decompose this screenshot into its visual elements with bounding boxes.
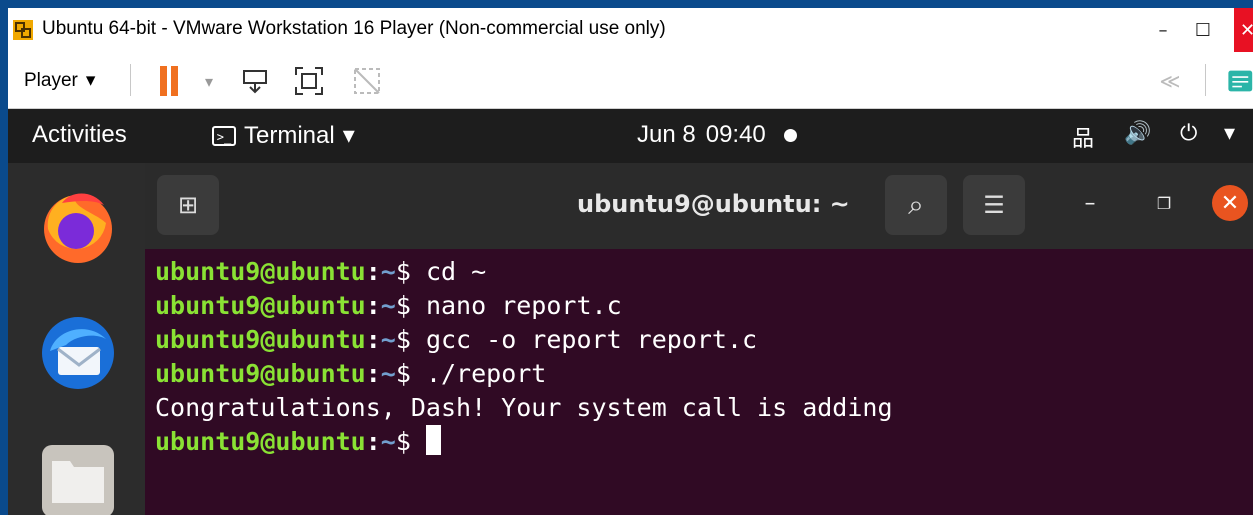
terminal-output-line: Congratulations, Dash! Your system call … bbox=[155, 393, 893, 422]
menu-button[interactable]: ☰ bbox=[963, 175, 1025, 235]
app-menu-terminal[interactable]: >_ Terminal ▾ bbox=[212, 121, 355, 150]
dock-files[interactable] bbox=[36, 439, 120, 515]
terminal-prompt-line: ubuntu9@ubuntu:~$ ./report bbox=[155, 357, 893, 391]
search-button[interactable]: ⌕ bbox=[885, 175, 947, 235]
network-icon[interactable]: 品 bbox=[1072, 121, 1094, 153]
toolbar-divider bbox=[130, 64, 131, 96]
dock-firefox[interactable] bbox=[36, 183, 120, 267]
ubuntu-desktop: Activities >_ Terminal ▾ Jun 8 09:40 品 🔊… bbox=[8, 109, 1253, 515]
prompt-separator: : bbox=[365, 257, 381, 286]
clock-date: Jun 8 bbox=[637, 121, 696, 148]
command-text: nano report.c bbox=[425, 291, 622, 320]
command-text: ./report bbox=[425, 359, 547, 388]
clock[interactable]: Jun 8 09:40 bbox=[637, 121, 797, 149]
library-button[interactable] bbox=[1226, 64, 1253, 98]
hamburger-menu-icon: ☰ bbox=[983, 191, 1005, 219]
command-text: cd ~ bbox=[425, 257, 487, 286]
prompt-separator: : bbox=[365, 427, 381, 456]
terminal-title: ubuntu9@ubuntu: ~ bbox=[577, 190, 850, 218]
window-title: Ubuntu 64-bit - VMware Workstation 16 Pl… bbox=[42, 18, 666, 39]
prompt-symbol: $ bbox=[395, 359, 426, 388]
prompt-path: ~ bbox=[380, 427, 396, 456]
prompt-symbol: $ bbox=[395, 291, 426, 320]
pause-icon bbox=[160, 66, 167, 96]
terminal-headerbar[interactable]: ⊞ ubuntu9@ubuntu: ~ ⌕ ☰ – ❐ ✕ bbox=[145, 163, 1253, 249]
vmware-logo-icon bbox=[13, 20, 33, 40]
search-icon: ⌕ bbox=[908, 188, 924, 221]
maximize-button[interactable]: ☐ bbox=[1183, 8, 1223, 52]
prompt-user: ubuntu9@ubuntu bbox=[155, 291, 366, 320]
new-tab-icon: ⊞ bbox=[177, 191, 199, 219]
app-menu-label: Terminal bbox=[244, 121, 335, 149]
notification-dot bbox=[783, 128, 797, 142]
terminal-output[interactable]: ubuntu9@ubuntu:~$ cd ~ ubuntu9@ubuntu:~$ … bbox=[155, 255, 893, 459]
back-icon[interactable]: ≪ bbox=[1153, 64, 1187, 98]
gnome-top-bar: Activities >_ Terminal ▾ Jun 8 09:40 品 🔊… bbox=[8, 109, 1253, 163]
terminal-prompt-line: ubuntu9@ubuntu:~$ nano report.c bbox=[155, 289, 893, 323]
prompt-symbol: $ bbox=[395, 427, 426, 456]
prompt-symbol: $ bbox=[395, 325, 426, 354]
vmware-titlebar[interactable]: Ubuntu 64-bit - VMware Workstation 16 Pl… bbox=[8, 8, 1253, 52]
send-ctrl-alt-del-button[interactable] bbox=[238, 64, 272, 98]
prompt-user: ubuntu9@ubuntu bbox=[155, 359, 366, 388]
prompt-path: ~ bbox=[380, 257, 396, 286]
prompt-separator: : bbox=[365, 291, 381, 320]
prompt-path: ~ bbox=[380, 325, 396, 354]
vmware-toolbar: Player ▾ ▾ ≪ bbox=[8, 52, 1253, 109]
clock-time: 09:40 bbox=[705, 121, 766, 148]
new-tab-button[interactable]: ⊞ bbox=[157, 175, 219, 235]
firefox-icon bbox=[44, 193, 112, 263]
player-menu[interactable]: Player ▾ bbox=[24, 69, 95, 92]
dock-thunderbird[interactable] bbox=[36, 311, 120, 395]
prompt-symbol: $ bbox=[395, 257, 426, 286]
terminal-prompt-line: ubuntu9@ubuntu:~$ gcc -o report report.c bbox=[155, 323, 893, 357]
player-menu-label: Player bbox=[24, 69, 78, 91]
ctrl-alt-del-icon bbox=[243, 70, 267, 94]
ubuntu-dock bbox=[8, 163, 145, 515]
terminal-cursor bbox=[425, 425, 441, 455]
volume-icon[interactable]: 🔊 bbox=[1124, 121, 1151, 146]
prompt-user: ubuntu9@ubuntu bbox=[155, 257, 366, 286]
prompt-separator: : bbox=[365, 325, 381, 354]
terminal-maximize-button[interactable]: ❐ bbox=[1144, 183, 1184, 223]
chevron-down-icon: ▾ bbox=[342, 122, 355, 149]
terminal-icon: >_ bbox=[212, 125, 236, 146]
library-icon bbox=[1228, 70, 1253, 92]
fullscreen-icon bbox=[295, 67, 323, 95]
pause-icon-bar bbox=[171, 66, 178, 96]
full-screen-button[interactable] bbox=[292, 64, 326, 98]
terminal-close-button[interactable]: ✕ bbox=[1212, 185, 1248, 221]
power-icon[interactable]: ⏻ bbox=[1180, 121, 1197, 146]
unity-button[interactable] bbox=[350, 64, 384, 98]
files-icon bbox=[42, 445, 114, 515]
prompt-path: ~ bbox=[380, 291, 396, 320]
activities-button[interactable]: Activities bbox=[32, 121, 127, 149]
unity-icon bbox=[354, 68, 380, 94]
pause-button[interactable] bbox=[152, 64, 186, 98]
terminal-window[interactable]: ⊞ ubuntu9@ubuntu: ~ ⌕ ☰ – ❐ ✕ ubuntu9@ub… bbox=[145, 163, 1253, 515]
thunderbird-icon bbox=[42, 317, 114, 389]
minimize-button[interactable]: – bbox=[1143, 8, 1183, 52]
terminal-prompt-line: ubuntu9@ubuntu:~$ bbox=[155, 425, 893, 459]
close-button[interactable]: ✕ bbox=[1234, 8, 1253, 52]
terminal-minimize-button[interactable]: – bbox=[1070, 183, 1110, 223]
prompt-user: ubuntu9@ubuntu bbox=[155, 325, 366, 354]
system-menu-chevron-icon[interactable]: ▾ bbox=[1224, 121, 1235, 146]
prompt-path: ~ bbox=[380, 359, 396, 388]
pause-dropdown[interactable]: ▾ bbox=[192, 64, 226, 98]
prompt-user: ubuntu9@ubuntu bbox=[155, 427, 366, 456]
command-text: gcc -o report report.c bbox=[425, 325, 758, 354]
toolbar-divider-right bbox=[1205, 64, 1206, 96]
prompt-separator: : bbox=[365, 359, 381, 388]
vmware-window: Ubuntu 64-bit - VMware Workstation 16 Pl… bbox=[8, 8, 1253, 515]
chevron-down-icon: ▾ bbox=[85, 70, 96, 91]
terminal-prompt-line: ubuntu9@ubuntu:~$ cd ~ bbox=[155, 255, 893, 289]
